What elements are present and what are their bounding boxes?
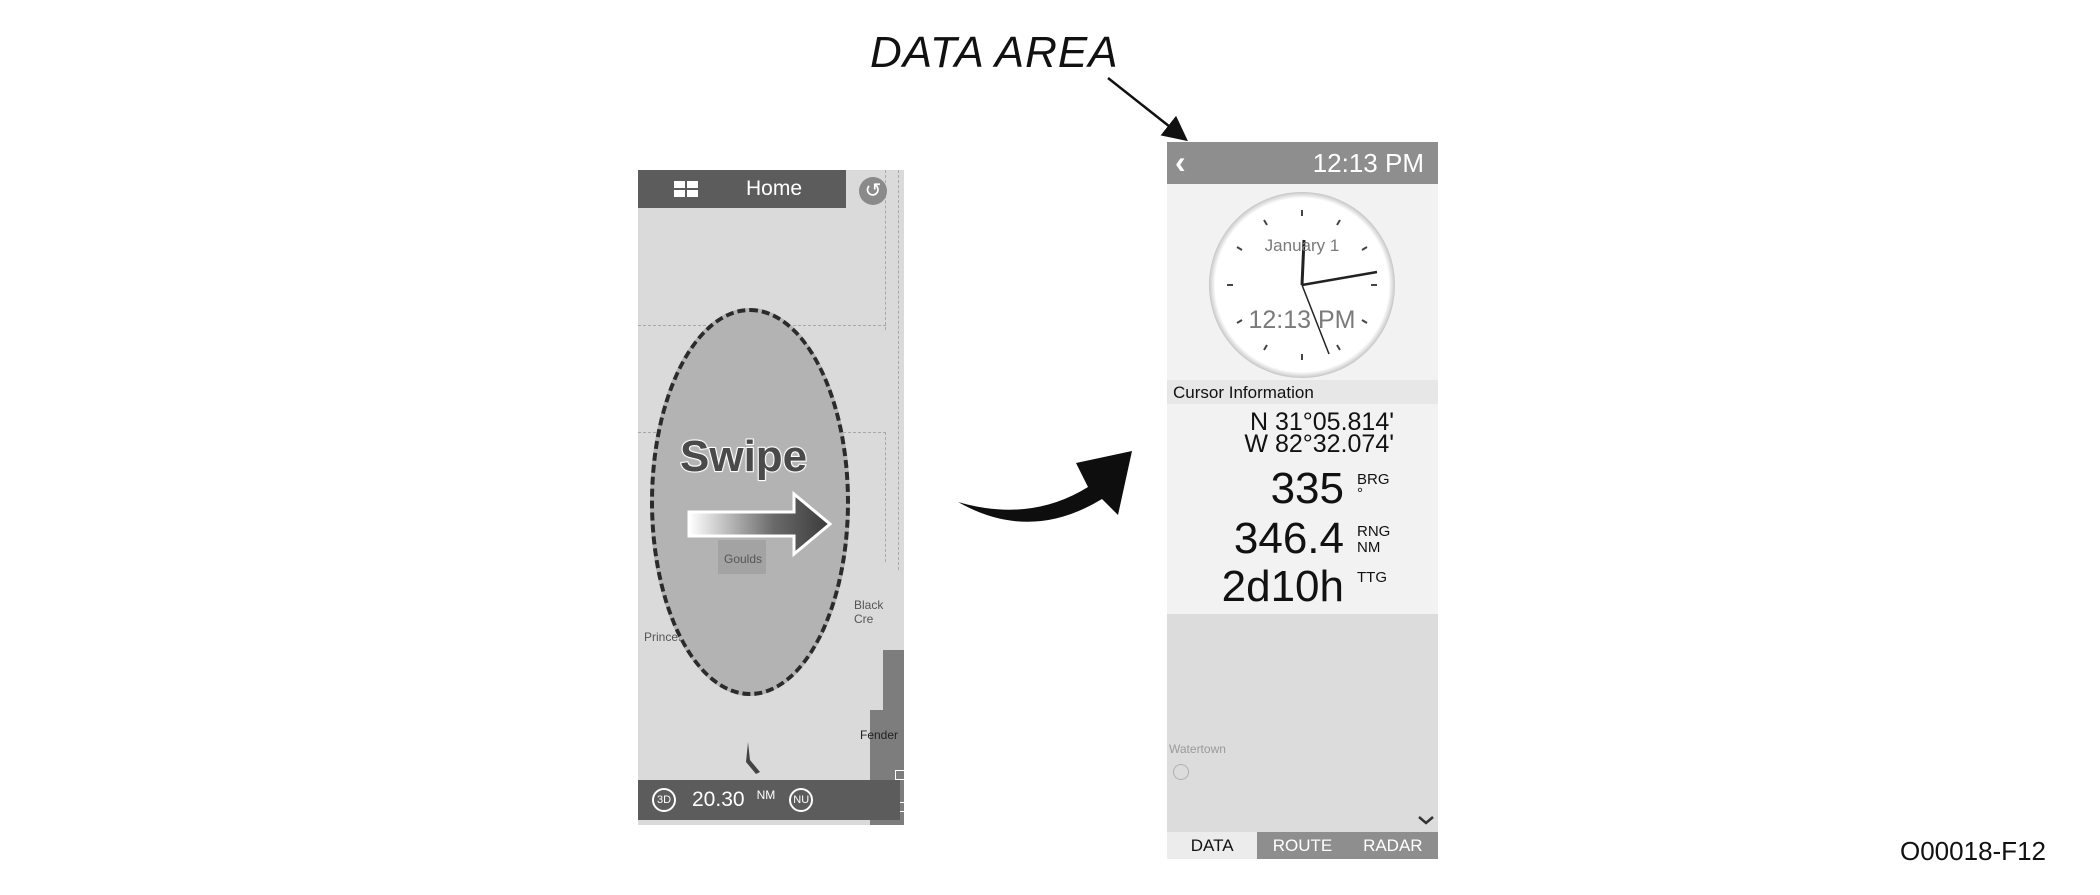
vessel-icon <box>746 742 760 774</box>
clock-panel: January 1 12:13 PM <box>1167 184 1438 390</box>
clock-date: January 1 <box>1264 236 1340 255</box>
chart-status-bar: 3D 20.30 NM NU <box>638 780 900 820</box>
callout-pointer-icon <box>1107 77 1188 142</box>
range-unit: NM <box>1357 539 1381 556</box>
range-value: 346.4 <box>1233 514 1344 563</box>
chart-screen[interactable]: Princeton Black Cre Fender Goulds Swipe … <box>638 170 904 825</box>
ttg-value: 2d10h <box>1221 562 1344 611</box>
swipe-label: Swipe <box>679 431 808 482</box>
map-label-black-creek: Black Cre <box>854 598 884 626</box>
home-title: Home <box>746 177 803 200</box>
home-bar[interactable]: Home <box>638 170 846 208</box>
map-waypoint-icon <box>1173 764 1189 780</box>
range-value: 20.30 <box>692 788 745 811</box>
data-area-tabs: DATA ROUTE RADAR <box>1167 832 1438 859</box>
range-label: RNG <box>1357 523 1391 540</box>
range-unit: NM <box>756 788 776 802</box>
cursor-longitude: W 82°32.074' <box>1244 430 1394 458</box>
cursor-info-title: Cursor Information <box>1173 383 1314 402</box>
tab-radar[interactable]: RADAR <box>1347 832 1438 859</box>
data-area-top-bar: ‹ 12:13 PM <box>1167 142 1438 184</box>
bearing-value: 335 <box>1270 464 1344 513</box>
figure-code: O00018-F12 <box>1900 836 2046 866</box>
top-bar-time: 12:13 PM <box>1312 148 1424 178</box>
map-label-watertown: Watertown <box>1169 742 1226 756</box>
north-up-button[interactable]: NU <box>789 788 814 812</box>
tab-route[interactable]: ROUTE <box>1257 832 1348 859</box>
ttg-label: TTG <box>1357 569 1387 586</box>
tab-data[interactable]: DATA <box>1167 832 1258 859</box>
arrow-right-icon <box>687 490 833 558</box>
chevron-down-icon[interactable] <box>1417 814 1435 826</box>
clock-hands-icon <box>1227 210 1378 360</box>
cursor-info-header: Cursor Information <box>1167 380 1438 404</box>
map-marker-icon <box>895 770 904 780</box>
data-area-screen[interactable]: ‹ 12:13 PM January 1 12:13 PM Cursor Inf… <box>1167 142 1438 859</box>
grid-layout-icon[interactable] <box>674 181 698 197</box>
curved-arrow-icon <box>958 451 1132 522</box>
undo-icon[interactable]: ↺ <box>859 177 887 205</box>
map-label-fender: Fender <box>860 728 899 742</box>
cursor-info-panel: N 31°05.814' W 82°32.074' 335 BRG ° 346.… <box>1167 404 1438 614</box>
chevron-left-icon[interactable]: ‹ <box>1175 146 1186 178</box>
clock-digital-time: 12:13 PM <box>1248 306 1356 334</box>
analog-clock: January 1 12:13 PM <box>1209 192 1395 378</box>
3d-view-button[interactable]: 3D <box>652 788 676 812</box>
data-area-callout: DATA AREA <box>870 28 1119 77</box>
bearing-unit: ° <box>1357 485 1363 502</box>
